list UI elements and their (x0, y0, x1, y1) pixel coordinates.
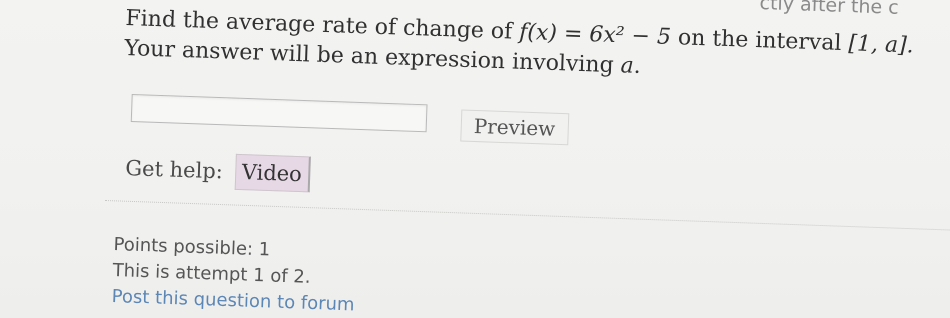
variable-name: a (620, 53, 635, 79)
question-mid: on the interval (677, 25, 842, 56)
question-text: Find the average rate of change of f(x) … (124, 4, 946, 93)
get-help-row: Get help: Video (124, 150, 311, 193)
question-line2-suffix: . (633, 53, 642, 79)
preview-button[interactable]: Preview (460, 109, 569, 146)
interval-expression: [1, a]. (847, 31, 915, 59)
video-help-button[interactable]: Video (234, 153, 311, 193)
post-to-forum-link[interactable]: Post this question to forum (111, 286, 355, 315)
answer-input[interactable] (130, 93, 428, 133)
function-expression: f(x) = 6x² − 5 (518, 19, 672, 51)
question-info: Points possible: 1 This is attempt 1 of … (111, 232, 356, 318)
header-fragment-text: ctly after the c (759, 0, 900, 19)
section-divider (104, 200, 950, 233)
answer-row: Preview (130, 86, 569, 146)
get-help-label: Get help: (124, 155, 224, 184)
